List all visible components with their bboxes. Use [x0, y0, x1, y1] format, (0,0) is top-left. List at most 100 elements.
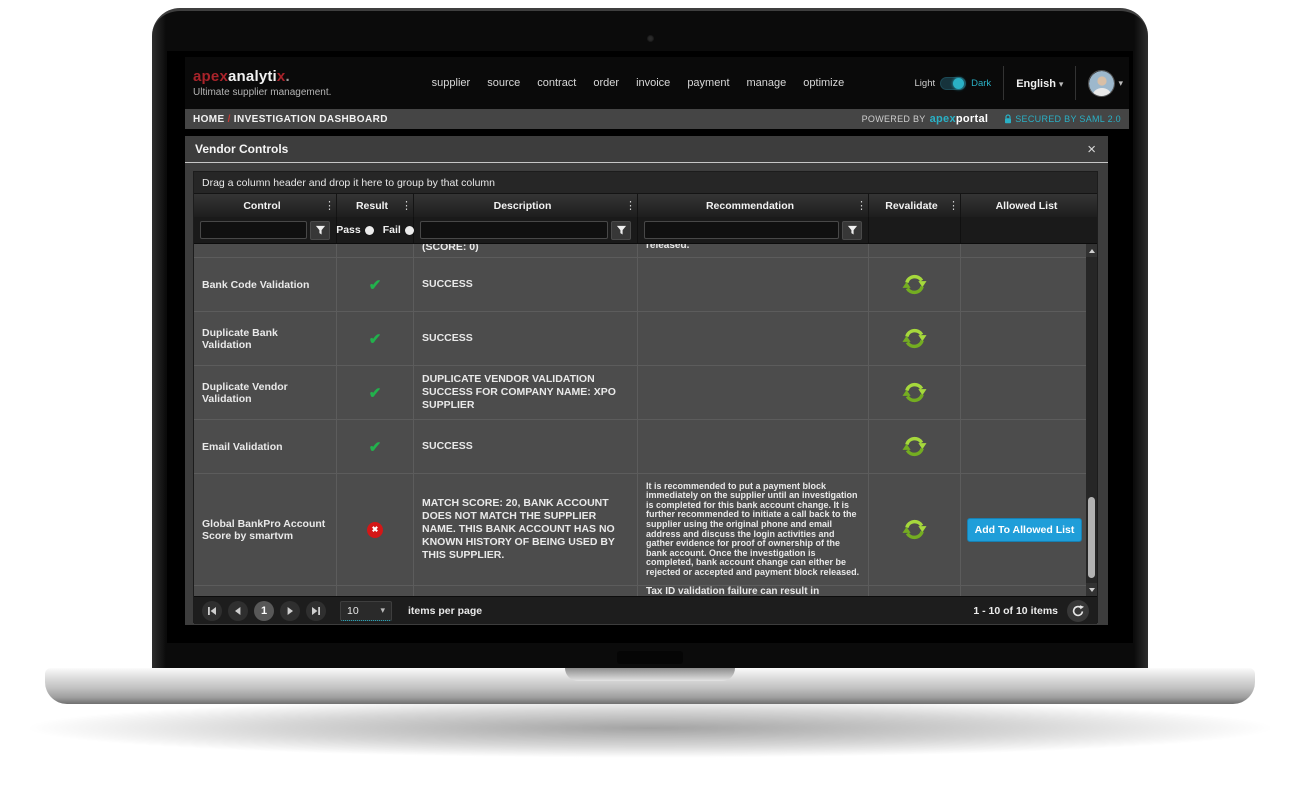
prev-page-button[interactable] — [228, 601, 248, 621]
description-cell: SUCCESS — [414, 258, 638, 311]
group-drop-zone[interactable]: Drag a column header and drop it here to… — [194, 172, 1097, 194]
language-selector[interactable]: English▾ — [1016, 74, 1063, 92]
recommendation-filter — [638, 217, 869, 243]
table-row[interactable]: Email Validation ✔ SUCCESS — [194, 420, 1088, 474]
grid-filter-row: Pass Fail — [194, 217, 1097, 244]
column-label: Allowed List — [967, 200, 1086, 212]
user-menu[interactable]: ▾ — [1088, 70, 1129, 97]
logo-apex: apex — [193, 68, 228, 85]
nav-item-supplier[interactable]: supplier — [432, 77, 471, 89]
pass-radio[interactable]: Pass — [336, 224, 374, 236]
refresh-button[interactable] — [1067, 600, 1089, 622]
recommendation-cell — [638, 420, 869, 473]
nav-item-contract[interactable]: contract — [537, 77, 576, 89]
result-cell: ✖ — [337, 474, 414, 585]
revalidate-icon[interactable] — [902, 272, 927, 297]
description-cell: SUCCESS — [414, 420, 638, 473]
control-filter-input[interactable] — [200, 221, 307, 239]
result-cell: ✔ — [337, 258, 414, 311]
column-header-revalidate[interactable]: Revalidate ⋮ — [869, 194, 961, 217]
nav-item-order[interactable]: order — [593, 77, 619, 89]
description-cell: MATCH SCORE: 20, BANK ACCOUNT DOES NOT M… — [414, 474, 638, 585]
fail-x-icon: ✖ — [367, 522, 383, 538]
column-menu-icon[interactable]: ⋮ — [948, 199, 958, 212]
theme-toggle-switch[interactable] — [940, 77, 966, 90]
logo-analyti: analyti — [228, 68, 277, 85]
result-cell: ✔ — [337, 312, 414, 365]
filter-funnel-button[interactable] — [611, 221, 631, 240]
laptop-mockup: apexanalytix. Ultimate supplier manageme… — [0, 0, 1300, 789]
fail-radio[interactable]: Fail — [383, 224, 414, 236]
recommendation-filter-input[interactable] — [644, 221, 839, 239]
current-page-button[interactable]: 1 — [254, 601, 274, 621]
funnel-icon — [847, 225, 858, 236]
first-page-icon — [207, 606, 217, 616]
prev-page-icon — [233, 606, 243, 616]
breadcrumb-bar: HOME/INVESTIGATION DASHBOARD POWERED BY … — [185, 109, 1129, 129]
nav-item-source[interactable]: source — [487, 77, 520, 89]
next-page-button[interactable] — [280, 601, 300, 621]
nav-item-manage[interactable]: manage — [747, 77, 787, 89]
revalidate-icon[interactable] — [902, 380, 927, 405]
recommendation-cell — [638, 258, 869, 311]
table-row-partial[interactable]: Tax ID validation failure can result in … — [194, 586, 1088, 596]
first-page-button[interactable] — [202, 601, 222, 621]
last-page-button[interactable] — [306, 601, 326, 621]
revalidate-icon[interactable] — [902, 434, 927, 459]
column-menu-icon[interactable]: ⋮ — [324, 199, 334, 212]
description-filter — [414, 217, 638, 243]
chevron-down-icon: ▾ — [1118, 78, 1123, 89]
brand-logo: apexanalytix. Ultimate supplier manageme… — [185, 68, 331, 99]
column-menu-icon[interactable]: ⋮ — [625, 199, 635, 212]
panel-header: Vendor Controls × — [185, 136, 1108, 163]
nav-item-optimize[interactable]: optimize — [803, 77, 844, 89]
filter-funnel-button[interactable] — [842, 221, 862, 240]
control-cell: Email Validation — [194, 420, 337, 473]
radio-circle — [365, 226, 374, 235]
column-menu-icon[interactable]: ⋮ — [401, 199, 411, 212]
column-header-allowed-list[interactable]: Allowed List — [961, 194, 1088, 217]
scroll-up-button[interactable] — [1086, 244, 1097, 257]
filter-funnel-button[interactable] — [310, 221, 330, 240]
add-to-allowed-list-button[interactable]: Add To Allowed List — [967, 518, 1083, 542]
page-title: Vendor Controls — [195, 142, 288, 156]
table-row[interactable]: Global BankPro Account Score by smartvm … — [194, 474, 1088, 586]
description-filter-input[interactable] — [420, 221, 608, 239]
description-text: (SCORE: 0) — [422, 244, 479, 254]
vertical-scrollbar[interactable] — [1086, 244, 1097, 596]
table-row-partial[interactable]: (SCORE: 0) released. — [194, 244, 1088, 258]
logo-dot: . — [285, 68, 289, 85]
items-per-page-label: items per page — [408, 605, 482, 617]
pass-radio-label: Pass — [336, 224, 361, 236]
hinge-notch — [617, 651, 683, 664]
revalidate-icon[interactable] — [902, 326, 927, 351]
nav-item-invoice[interactable]: invoice — [636, 77, 670, 89]
column-menu-icon[interactable]: ⋮ — [856, 199, 866, 212]
revalidate-cell — [869, 420, 961, 473]
column-header-description[interactable]: Description ⋮ — [414, 194, 638, 217]
pass-check-icon: ✔ — [369, 384, 382, 402]
scrollbar-thumb[interactable] — [1088, 497, 1095, 578]
table-row[interactable]: Bank Code Validation ✔ SUCCESS — [194, 258, 1088, 312]
page-size-select[interactable]: 10 ▾ — [340, 601, 392, 621]
recommendation-cell — [638, 312, 869, 365]
result-cell: ✔ — [337, 420, 414, 473]
triangle-down-icon — [1089, 588, 1095, 592]
revalidate-icon[interactable] — [902, 517, 927, 542]
revalidate-cell — [869, 366, 961, 419]
pager-info: 1 - 10 of 10 items — [973, 600, 1089, 622]
table-row[interactable]: Duplicate Vendor Validation ✔ DUPLICATE … — [194, 366, 1088, 420]
grid-viewport: (SCORE: 0) released. Bank Code Validatio… — [194, 244, 1097, 596]
column-header-recommendation[interactable]: Recommendation ⋮ — [638, 194, 869, 217]
result-filter: Pass Fail — [337, 217, 414, 243]
breadcrumb-home[interactable]: HOME — [193, 114, 225, 125]
allowed-list-cell — [961, 366, 1088, 419]
table-row[interactable]: Duplicate Bank Validation ✔ SUCCESS — [194, 312, 1088, 366]
scroll-down-button[interactable] — [1086, 583, 1097, 596]
recommendation-text: Tax ID validation failure can result in … — [646, 587, 860, 596]
column-header-control[interactable]: Control ⋮ — [194, 194, 337, 217]
nav-item-payment[interactable]: payment — [687, 77, 729, 89]
control-cell: Global BankPro Account Score by smartvm — [194, 474, 337, 585]
close-icon[interactable]: × — [1087, 142, 1096, 157]
column-header-result[interactable]: Result ⋮ — [337, 194, 414, 217]
